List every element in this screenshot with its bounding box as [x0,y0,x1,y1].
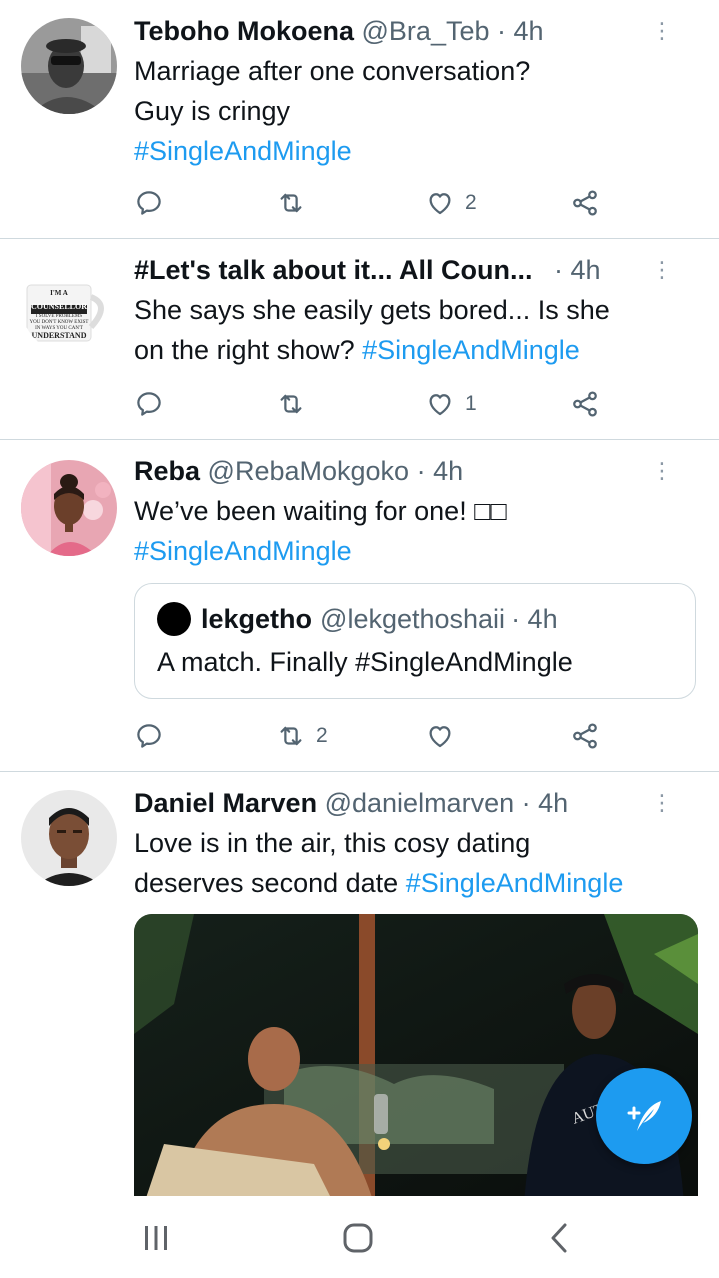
author-handle[interactable]: @danielmarven [325,788,515,818]
quoted-tweet-header: lekgetho @lekgethoshaii · 4h [157,602,558,636]
more-vertical-icon[interactable]: ⋮ [649,14,673,48]
quoted-tweet[interactable]: lekgetho @lekgethoshaii · 4h A match. Fi… [134,583,696,699]
recents-icon [145,1226,167,1250]
like-icon [429,394,451,416]
author-handle[interactable]: @Bra_Teb [362,16,490,46]
tweet-text-line: Love is in the air, this cosy dating [134,828,531,858]
mug-text-line: UNDERSTAND [31,331,87,340]
tweet-actions: 1 [134,384,614,424]
avatar[interactable] [21,790,117,886]
tweet[interactable]: I'M A COUNSELLOR I SOLVE PROBLEMS YOU DO… [0,239,719,439]
quoted-author-name: lekgetho [201,604,313,634]
mug-text-line: I'M A [50,289,68,297]
hashtag-link[interactable]: #SingleAndMingle [406,868,624,898]
like-button[interactable]: 2 [425,183,477,223]
share-icon [573,190,597,216]
recents-button[interactable] [124,1216,188,1260]
avatar[interactable] [21,460,117,556]
reply-button[interactable] [134,384,164,424]
tweet-text-segment: on the right show? [134,335,363,365]
quoted-tweet-text: A match. Finally #SingleAndMingle [157,647,573,677]
timeline-feed[interactable]: Teboho Mokoena @Bra_Teb · 4h ⋮ Marriage … [0,0,719,1196]
reply-button[interactable] [134,716,164,756]
author-handle[interactable]: @RebaMokgoko [208,456,410,486]
share-button[interactable] [570,183,600,223]
author-name[interactable]: #Let's talk about it... All Coun... [134,255,532,285]
tweet-header: #Let's talk about it... All Coun... · 4h [134,253,699,287]
quoted-tweet-time: · 4h [511,604,558,634]
tweet-text: Love is in the air, this cosy dating des… [134,823,699,903]
tweet-actions: 2 [134,716,614,756]
tweet-text-line: Marriage after one conversation? [134,56,531,86]
hashtag-link[interactable]: #SingleAndMingle [362,335,580,365]
avatar[interactable] [21,18,117,114]
like-count: 1 [465,392,477,415]
tweet-header: Reba @RebaMokgoko · 4h [134,454,699,488]
tweet-time: · 4h [553,255,601,285]
tweet-header: Teboho Mokoena @Bra_Teb · 4h [134,14,699,48]
tweet-time: · 4h [521,788,569,818]
quoted-author-handle: @lekgethoshaii [320,604,506,634]
hashtag-link[interactable]: #SingleAndMingle [134,531,699,571]
retweet-icon [280,726,302,746]
retweet-icon [280,193,302,213]
tweet-text-line: She says she easily gets bored... Is she [134,295,610,325]
tweet-text: Marriage after one conversation? Guy is … [134,51,699,171]
more-vertical-icon[interactable]: ⋮ [649,454,673,488]
share-button[interactable] [570,384,600,424]
retweet-button[interactable]: 2 [276,716,328,756]
tweet[interactable]: Teboho Mokoena @Bra_Teb · 4h ⋮ Marriage … [0,0,719,238]
tweet-text-line: We’ve been waiting for one! □□ [134,496,507,526]
avatar[interactable]: I'M A COUNSELLOR I SOLVE PROBLEMS YOU DO… [21,257,117,353]
mug-text: I'M A COUNSELLOR I SOLVE PROBLEMS YOU DO… [27,290,91,340]
tweet-text-line: on the right show? #SingleAndMingle [134,330,699,370]
tweet-header: Daniel Marven @danielmarven · 4h [134,786,699,820]
share-button[interactable] [570,716,600,756]
reply-button[interactable] [134,183,164,223]
back-icon [551,1223,567,1253]
mug-text-line: COUNSELLOR [30,302,87,311]
like-icon [429,193,451,215]
share-icon [573,723,597,749]
retweet-icon [280,394,302,414]
tweet-text-line: deserves second date #SingleAndMingle [134,863,699,903]
mug-text-line: YOU DON'T KNOW EXIST [29,320,89,325]
retweet-button[interactable] [276,183,306,223]
author-name[interactable]: Reba [134,456,200,486]
tweet-text-segment: deserves second date [134,868,406,898]
compose-tweet-button[interactable] [596,1068,692,1164]
quoted-avatar [157,602,191,636]
more-vertical-icon[interactable]: ⋮ [649,253,673,287]
tweet-time: · 4h [416,456,464,486]
like-icon [429,726,451,748]
tweet-text: We’ve been waiting for one! □□ #SingleAn… [134,491,699,571]
like-button[interactable] [425,716,455,756]
like-count: 2 [465,191,477,214]
tweet-time: · 4h [497,16,544,46]
like-button[interactable]: 1 [425,384,477,424]
author-name[interactable]: Teboho Mokoena [134,16,354,46]
tweet-text-line: Guy is cringy [134,96,291,126]
tweet[interactable]: Reba @RebaMokgoko · 4h ⋮ We’ve been wait… [0,440,719,771]
more-vertical-icon[interactable]: ⋮ [649,786,673,820]
back-button[interactable] [528,1216,592,1260]
tweet-actions: 2 [134,183,614,223]
home-icon [343,1223,373,1253]
retweet-count: 2 [316,724,328,747]
author-name[interactable]: Daniel Marven [134,788,317,818]
tweet-text: She says she easily gets bored... Is she… [134,290,699,370]
retweet-button[interactable] [276,384,306,424]
system-navigation-bar [0,1196,719,1278]
home-button[interactable] [326,1216,390,1260]
reply-icon [137,392,161,416]
reply-icon [137,191,161,215]
share-icon [573,391,597,417]
reply-icon [137,724,161,748]
mug-text-line: I SOLVE PROBLEMS [35,314,83,319]
hashtag-link[interactable]: #SingleAndMingle [134,131,699,171]
compose-tweet-icon [627,1101,661,1131]
